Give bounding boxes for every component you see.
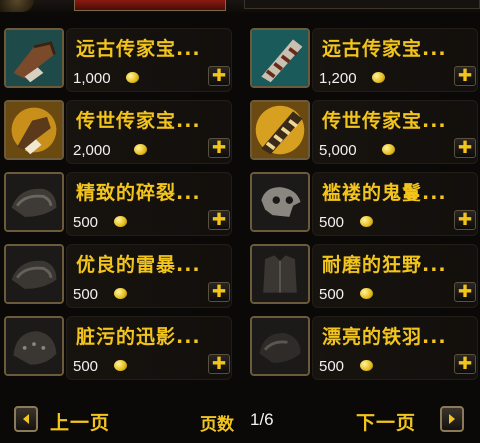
page-label: 页数 <box>200 415 234 435</box>
gold-coin-icon <box>360 360 373 371</box>
shoulder-armor-icon[interactable] <box>4 244 64 304</box>
gold-coin-icon <box>360 216 373 227</box>
dark-pauldron-icon[interactable] <box>250 316 310 376</box>
arrow-left-icon <box>23 414 29 424</box>
add-button[interactable]: ✚ <box>208 354 230 374</box>
prev-page-label[interactable]: 上一页 <box>50 408 110 435</box>
item-name: 远古传家宝... <box>76 38 201 60</box>
shoulder-armor-icon[interactable] <box>4 172 64 232</box>
gold-coin-icon <box>126 72 139 83</box>
item-price: 5,000 <box>319 142 357 159</box>
item-price: 500 <box>319 286 345 303</box>
add-button[interactable]: ✚ <box>454 66 476 86</box>
item-price: 1,000 <box>73 70 111 87</box>
item-price: 500 <box>73 358 99 375</box>
item-name: 精致的碎裂... <box>76 182 201 204</box>
item-slot[interactable]: 耐磨的狂野... 500 ✚ <box>248 242 478 310</box>
item-name: 脏污的迅影... <box>76 326 201 348</box>
add-button[interactable]: ✚ <box>208 282 230 302</box>
add-button[interactable]: ✚ <box>208 210 230 230</box>
gold-coin-icon <box>114 216 127 227</box>
item-slot[interactable]: 传世传家宝... 2,000 ✚ <box>2 98 232 166</box>
item-name: 褴褛的鬼鬘... <box>322 182 447 204</box>
item-name: 漂亮的铁羽... <box>322 326 447 348</box>
item-name: 远古传家宝... <box>322 38 447 60</box>
gold-gauntlet-icon[interactable] <box>4 100 64 160</box>
gold-bound-scroll-icon[interactable] <box>250 100 310 160</box>
item-name: 优良的雷暴... <box>76 254 201 276</box>
prev-page-button[interactable] <box>14 406 38 432</box>
armor-vest-icon[interactable] <box>250 244 310 304</box>
item-price: 1,200 <box>319 70 357 87</box>
item-slot[interactable]: 精致的碎裂... 500 ✚ <box>2 170 232 238</box>
item-name: 传世传家宝... <box>322 110 447 132</box>
bound-scroll-icon[interactable] <box>250 28 310 88</box>
next-page-label[interactable]: 下一页 <box>356 408 416 435</box>
add-button[interactable]: ✚ <box>208 138 230 158</box>
arrow-right-icon <box>449 414 455 424</box>
header-field <box>244 0 480 9</box>
gold-coin-icon <box>360 288 373 299</box>
item-slot[interactable]: 优良的雷暴... 500 ✚ <box>2 242 232 310</box>
add-button[interactable]: ✚ <box>454 138 476 158</box>
item-slot[interactable]: 传世传家宝... 5,000 ✚ <box>248 98 478 166</box>
item-price: 500 <box>73 214 99 231</box>
gold-coin-icon <box>114 360 127 371</box>
studded-armor-icon[interactable] <box>4 316 64 376</box>
item-slot[interactable]: 远古传家宝... 1,200 ✚ <box>248 26 478 94</box>
item-name: 传世传家宝... <box>76 110 201 132</box>
gold-coin-icon <box>114 288 127 299</box>
header-tab[interactable] <box>74 0 226 11</box>
add-button[interactable]: ✚ <box>454 354 476 374</box>
item-slot[interactable]: 脏污的迅影... 500 ✚ <box>2 314 232 382</box>
leather-glove-icon[interactable] <box>4 28 64 88</box>
emblem-icon <box>0 0 34 12</box>
next-page-button[interactable] <box>440 406 464 432</box>
add-button[interactable]: ✚ <box>208 66 230 86</box>
top-bar <box>0 0 480 14</box>
item-price: 500 <box>319 358 345 375</box>
page-number: 1/6 <box>250 410 274 429</box>
item-price: 2,000 <box>73 142 111 159</box>
item-price: 500 <box>319 214 345 231</box>
gold-coin-icon <box>134 144 147 155</box>
item-price: 500 <box>73 286 99 303</box>
gold-coin-icon <box>372 72 385 83</box>
item-slot[interactable]: 褴褛的鬼鬘... 500 ✚ <box>248 170 478 238</box>
add-button[interactable]: ✚ <box>454 282 476 302</box>
add-button[interactable]: ✚ <box>454 210 476 230</box>
item-name: 耐磨的狂野... <box>322 254 447 276</box>
beast-skull-icon[interactable] <box>250 172 310 232</box>
item-slot[interactable]: 远古传家宝... 1,000 ✚ <box>2 26 232 94</box>
gold-coin-icon <box>382 144 395 155</box>
item-slot[interactable]: 漂亮的铁羽... 500 ✚ <box>248 314 478 382</box>
